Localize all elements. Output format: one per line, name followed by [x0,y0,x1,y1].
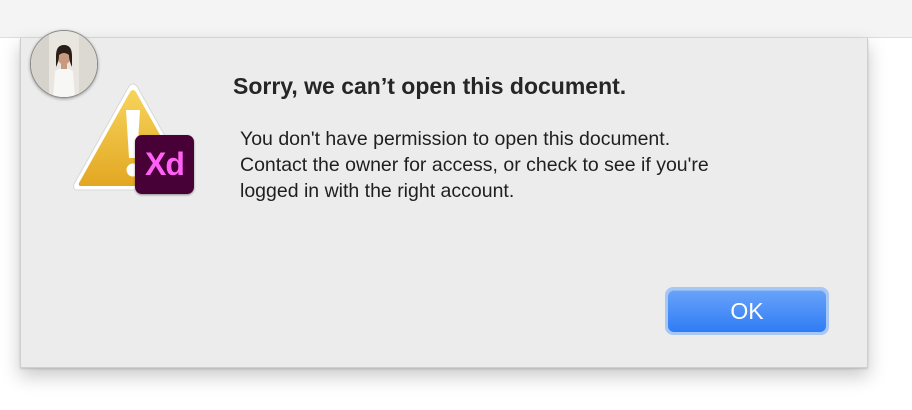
xd-badge-label: Xd [145,146,185,182]
message-line: logged in with the right account. [240,180,515,202]
window-top-bar [0,0,912,38]
message-line: Contact the owner for access, or check t… [240,154,709,176]
dialog-title: Sorry, we can’t open this document. [233,73,627,99]
ok-button-label: OK [668,290,826,332]
message-line: You don't have permission to open this d… [240,128,671,150]
adobe-xd-icon: Xd [135,135,194,194]
dialog-message: You don't have permission to open this d… [240,126,840,204]
ok-button[interactable]: OK [665,287,829,335]
